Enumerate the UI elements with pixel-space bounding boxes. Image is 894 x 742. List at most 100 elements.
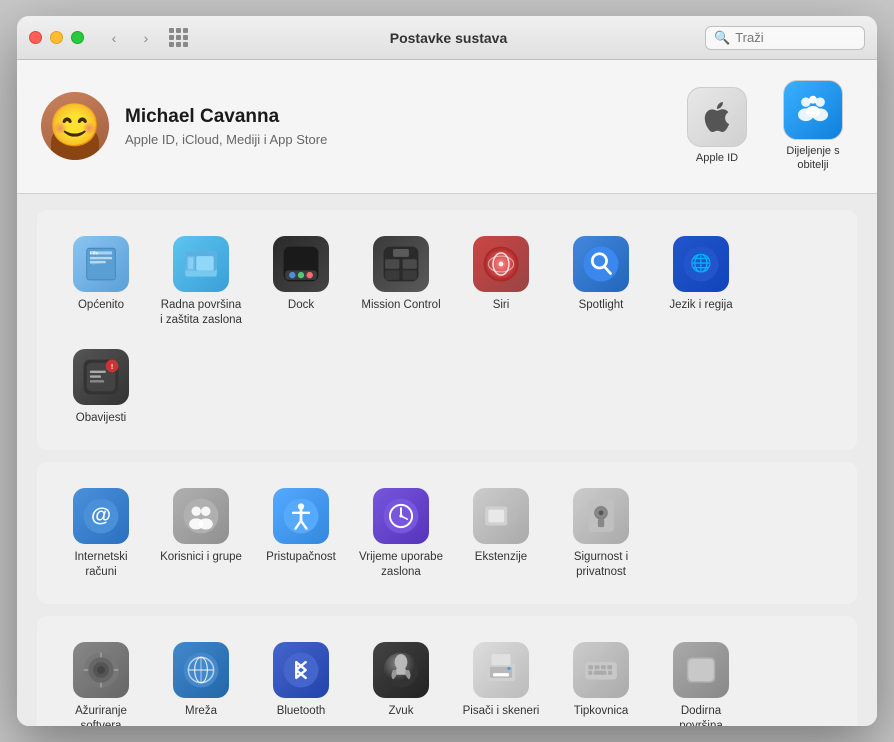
search-box[interactable]: 🔍 [705, 26, 865, 50]
pisaci-label: Pisači i skeneri [463, 704, 540, 719]
close-button[interactable] [29, 31, 42, 44]
siri-svg [482, 245, 520, 283]
forward-button[interactable]: › [132, 28, 160, 48]
back-button[interactable]: ‹ [100, 28, 128, 48]
mreza-label: Mreža [185, 704, 217, 719]
family-icon-box [783, 80, 843, 140]
obavijesti-icon: ! [73, 349, 129, 405]
mission-label: Mission Control [361, 298, 440, 313]
svg-text:!: ! [111, 364, 113, 372]
korisnici-svg [182, 497, 220, 535]
tipk-label: Tipkovnica [574, 704, 629, 719]
family-sharing-button[interactable]: Dijeljenje s obitelji [773, 80, 853, 173]
azur-label: Ažuriranje softvera [59, 704, 143, 726]
pref-item-vrijeme[interactable]: Vrijeme uporabe zaslona [353, 478, 449, 588]
apple-id-button[interactable]: Apple ID [677, 87, 757, 165]
dodirna-label: Dodirna površina [659, 704, 743, 726]
pref-item-siri[interactable]: Siri [453, 226, 549, 336]
svg-text:🌐: 🌐 [690, 252, 712, 272]
dodirna-svg [682, 651, 720, 689]
search-input[interactable] [735, 30, 855, 45]
pref-grid-2: @ Internetski računi [53, 478, 841, 588]
bluetooth-label: Bluetooth [277, 704, 326, 719]
pref-item-pisaci[interactable]: Pisači i skeneri [453, 632, 549, 726]
pref-item-mreza[interactable]: Mreža [153, 632, 249, 726]
window-title: Postavke sustava [192, 30, 705, 46]
sigurnost-label: Sigurnost i privatnost [559, 550, 643, 580]
pref-item-pristup[interactable]: Pristupačnost [253, 478, 349, 588]
korisnici-label: Korisnici i grupe [160, 550, 242, 565]
ekstenz-icon [473, 488, 529, 544]
pref-item-dock[interactable]: Dock [253, 226, 349, 336]
pref-item-opcenito[interactable]: File New Ope... Općenito [53, 226, 149, 336]
mreza-icon [173, 642, 229, 698]
pref-item-tipk[interactable]: Tipkovnica [553, 632, 649, 726]
grid-icon [169, 28, 188, 47]
grid-view-button[interactable] [164, 28, 192, 48]
main-content: File New Ope... Općenito [17, 194, 877, 726]
vrijeme-label: Vrijeme uporabe zaslona [359, 550, 443, 580]
svg-text:Ope...: Ope... [90, 260, 101, 265]
pref-item-radna[interactable]: Radna površina i zaštita zaslona [153, 226, 249, 336]
pref-section-3: Ažuriranje softvera Mreža [37, 616, 857, 726]
opcenito-label: Općenito [78, 298, 124, 313]
pref-item-dodirna[interactable]: Dodirna površina [653, 632, 749, 726]
internet-icon: @ [73, 488, 129, 544]
obavijesti-svg: ! [82, 358, 120, 396]
pref-item-bluetooth[interactable]: Bluetooth [253, 632, 349, 726]
dock-svg [282, 245, 320, 283]
bluetooth-icon [273, 642, 329, 698]
mreza-svg [182, 651, 220, 689]
sigurnost-svg [582, 497, 620, 535]
minimize-button[interactable] [50, 31, 63, 44]
mission-svg [382, 245, 420, 283]
tipk-icon [573, 642, 629, 698]
apple-id-label: Apple ID [696, 151, 738, 165]
pref-item-spotlight[interactable]: Spotlight [553, 226, 649, 336]
fullscreen-button[interactable] [71, 31, 84, 44]
pref-item-ekstenz[interactable]: Ekstenzije [453, 478, 549, 588]
ekstenz-label: Ekstenzije [475, 550, 527, 565]
search-icon: 🔍 [714, 30, 730, 46]
pref-section-2: @ Internetski računi [37, 462, 857, 604]
pisaci-icon [473, 642, 529, 698]
zvuk-icon [373, 642, 429, 698]
pref-item-sigurnost[interactable]: Sigurnost i privatnost [553, 478, 649, 588]
dock-label: Dock [288, 298, 314, 313]
siri-label: Siri [493, 298, 510, 313]
pref-grid-3: Ažuriranje softvera Mreža [53, 632, 841, 726]
korisnici-icon [173, 488, 229, 544]
spotlight-label: Spotlight [579, 298, 624, 313]
apple-logo-icon [699, 99, 735, 135]
pref-item-obavijesti[interactable]: ! Obavijesti [53, 339, 149, 434]
apple-id-icon-box [687, 87, 747, 147]
family-label: Dijeljenje s obitelji [773, 144, 853, 173]
titlebar: ‹ › Postavke sustava 🔍 [17, 16, 877, 60]
pisaci-svg [482, 651, 520, 689]
bluetooth-svg [282, 651, 320, 689]
pref-item-zvuk[interactable]: Zvuk [353, 632, 449, 726]
pristup-label: Pristupačnost [266, 550, 336, 565]
jezik-label: Jezik i regija [669, 298, 732, 313]
pref-item-jezik[interactable]: 🌐 Jezik i regija [653, 226, 749, 336]
opcenito-svg: File New Ope... [82, 245, 120, 283]
ekstenz-svg [482, 497, 520, 535]
sigurnost-icon [573, 488, 629, 544]
pref-item-azur[interactable]: Ažuriranje softvera [53, 632, 149, 726]
spotlight-svg [582, 245, 620, 283]
tipk-svg [582, 651, 620, 689]
pref-item-internet[interactable]: @ Internetski računi [53, 478, 149, 588]
mission-icon [373, 236, 429, 292]
vrijeme-svg [382, 497, 420, 535]
pristup-svg [282, 497, 320, 535]
obavijesti-label: Obavijesti [76, 411, 127, 426]
radna-svg [182, 245, 220, 283]
nav-buttons: ‹ › [100, 28, 160, 48]
radna-label: Radna površina i zaštita zaslona [159, 298, 243, 328]
internet-svg: @ [82, 497, 120, 535]
profile-section: Michael Cavanna Apple ID, iCloud, Mediji… [17, 60, 877, 194]
azur-svg [82, 651, 120, 689]
pref-item-mission[interactable]: Mission Control [353, 226, 449, 336]
profile-quick-icons: Apple ID Dijeljenje s obitelji [677, 80, 853, 173]
pref-item-korisnici[interactable]: Korisnici i grupe [153, 478, 249, 588]
